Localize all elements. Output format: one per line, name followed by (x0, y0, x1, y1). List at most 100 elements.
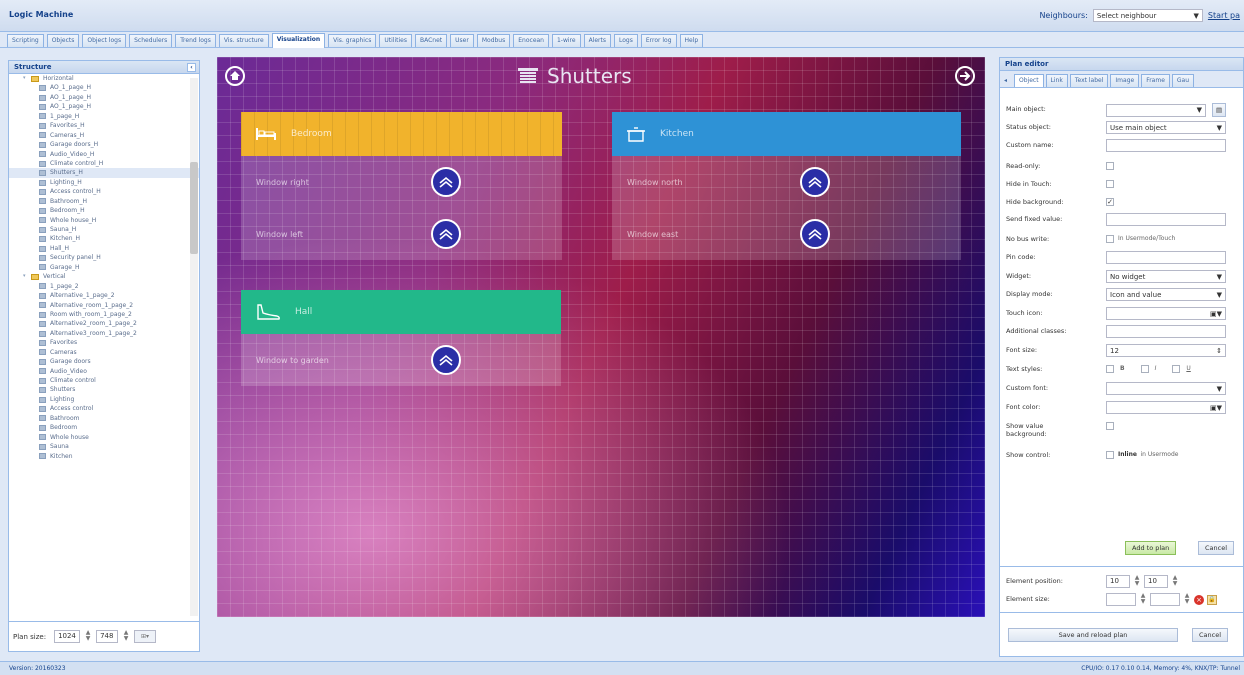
font-size-input[interactable]: 12 ⇕ (1106, 344, 1226, 357)
expand-icon[interactable]: ▾ (23, 272, 29, 281)
status-object-select[interactable]: Use main object ▼ (1106, 121, 1226, 134)
tree-item[interactable]: Audio_Video (9, 367, 199, 376)
plan-width-spinner[interactable]: ▲ ▼ (84, 630, 92, 643)
tab-trend-logs[interactable]: Trend logs (175, 34, 216, 47)
tree-item[interactable]: Alternative_1_page_2 (9, 291, 199, 300)
display-mode-select[interactable]: Icon and value ▼ (1106, 288, 1226, 301)
tree-item[interactable]: Climate control (9, 376, 199, 385)
start-page-link[interactable]: Start pa (1208, 11, 1240, 20)
plan-height-spinner[interactable]: ▲ ▼ (122, 630, 130, 643)
lock-icon[interactable]: 🔒 (1207, 594, 1217, 605)
tree-item[interactable]: Garage doors (9, 357, 199, 366)
tab-text-label[interactable]: Text label (1069, 74, 1109, 87)
widget-select[interactable]: No widget ▼ (1106, 270, 1226, 283)
shutter-up-button[interactable] (800, 219, 830, 249)
tree-item[interactable]: AO_1_page_H (9, 83, 199, 92)
next-page-icon[interactable] (955, 66, 975, 86)
save-reload-button[interactable]: Save and reload plan (1008, 628, 1178, 642)
tab-object-logs[interactable]: Object logs (82, 34, 127, 47)
tree-item[interactable]: Hall_H (9, 244, 199, 253)
size-width-spinner[interactable]: ▲ ▼ (1139, 593, 1147, 606)
additional-classes-input[interactable] (1106, 325, 1226, 338)
tree-item[interactable]: Shutters_H (9, 168, 199, 178)
tree-item[interactable]: Sauna_H (9, 225, 199, 234)
tree-item[interactable]: Favorites_H (9, 121, 199, 130)
no-bus-write-checkbox[interactable] (1106, 235, 1114, 243)
tree-item[interactable]: 1_page_H (9, 112, 199, 121)
tab-modbus[interactable]: Modbus (476, 34, 511, 47)
plan-canvas[interactable]: Shutters Bedroom Window right Window lef… (217, 57, 985, 617)
shutter-up-button[interactable] (431, 345, 461, 375)
neighbours-select[interactable]: Select neighbour ▼ (1092, 9, 1203, 22)
position-y-input[interactable]: 10 (1144, 575, 1168, 588)
tab-alerts[interactable]: Alerts (583, 34, 611, 47)
tree-item[interactable]: Lighting_H (9, 178, 199, 187)
position-y-spinner[interactable]: ▲ ▼ (1171, 575, 1179, 588)
expand-icon[interactable]: ▾ (23, 74, 29, 83)
underline-checkbox[interactable] (1172, 365, 1181, 373)
tree-item[interactable]: Sauna (9, 442, 199, 451)
tree-item[interactable]: Shutters (9, 385, 199, 394)
tree-item[interactable]: Alternative3_room_1_page_2 (9, 329, 199, 338)
tree-item[interactable]: Bathroom_H (9, 197, 199, 206)
tree-item[interactable]: Climate control_H (9, 159, 199, 168)
tab-help[interactable]: Help (679, 34, 704, 47)
show-control-checkbox[interactable] (1106, 451, 1114, 459)
tree-item[interactable]: Room with_room_1_page_2 (9, 310, 199, 319)
tree-item[interactable]: Cameras_H (9, 131, 199, 140)
tree-item[interactable]: Garage_H (9, 263, 199, 272)
tree-item[interactable]: Kitchen (9, 452, 199, 461)
tree-folder[interactable]: ▾ Vertical (9, 272, 199, 281)
size-height-input[interactable] (1150, 593, 1180, 606)
position-x-input[interactable]: 10 (1106, 575, 1130, 588)
tree-item[interactable]: Kitchen_H (9, 234, 199, 243)
main-object-select[interactable]: ▼ (1106, 103, 1206, 117)
font-color-select[interactable]: ▣▼ (1106, 401, 1226, 414)
tabs-scroll-left-icon[interactable]: ◂ (1004, 74, 1012, 87)
tree-item[interactable]: Audio_Video_H (9, 150, 199, 159)
tree-scrollbar[interactable] (190, 78, 198, 616)
tree-item[interactable]: AO_1_page_H (9, 93, 199, 102)
tree-item[interactable]: Garage doors_H (9, 140, 199, 149)
tree-folder[interactable]: ▾ Horizontal (9, 74, 199, 83)
pin-code-input[interactable] (1106, 251, 1226, 264)
tree-item[interactable]: AO_1_page_H (9, 102, 199, 111)
touch-icon-select[interactable]: ▣▼ (1106, 307, 1226, 320)
tab-schedulers[interactable]: Schedulers (129, 34, 173, 47)
shutter-up-button[interactable] (800, 167, 830, 197)
tab-visualization[interactable]: Visualization (271, 33, 326, 48)
collapse-icon[interactable]: ‹ (187, 63, 196, 72)
tab-bacnet[interactable]: BACnet (415, 34, 448, 47)
tree-item[interactable]: Lighting (9, 395, 199, 404)
tab-objects[interactable]: Objects (46, 34, 80, 47)
cancel-button[interactable]: Cancel (1198, 541, 1235, 555)
tree-item[interactable]: Alternative2_room_1_page_2 (9, 319, 199, 328)
shutter-up-button[interactable] (431, 219, 461, 249)
send-fixed-value-input[interactable] (1106, 213, 1226, 226)
tab-link[interactable]: Link (1045, 74, 1068, 87)
show-value-bg-checkbox[interactable] (1106, 422, 1114, 430)
tab-scripting[interactable]: Scripting (7, 34, 44, 47)
plan-height-input[interactable]: 748 (96, 630, 119, 643)
bold-checkbox[interactable] (1106, 365, 1114, 373)
tab-vis-graphics[interactable]: Vis. graphics (328, 34, 377, 47)
tab-object[interactable]: Object (1014, 74, 1044, 87)
tab-enocean[interactable]: Enocean (513, 34, 549, 47)
tab-frame[interactable]: Frame (1141, 74, 1170, 87)
tab-error-log[interactable]: Error log (640, 34, 677, 47)
hide-in-touch-checkbox[interactable] (1106, 180, 1114, 188)
grid-toggle-icon[interactable]: ⊞▾ (134, 630, 157, 643)
cancel-button-2[interactable]: Cancel (1192, 628, 1229, 642)
read-only-checkbox[interactable] (1106, 162, 1114, 170)
tree-item[interactable]: Access control_H (9, 187, 199, 196)
tree-item[interactable]: Whole house_H (9, 216, 199, 225)
plan-width-input[interactable]: 1024 (54, 630, 81, 643)
tree-item[interactable]: Bathroom (9, 414, 199, 423)
tree-item[interactable]: Cameras (9, 348, 199, 357)
tree-item[interactable]: Whole house (9, 433, 199, 442)
tree-item[interactable]: Favorites (9, 338, 199, 347)
custom-font-select[interactable]: ▼ (1106, 382, 1226, 395)
size-width-input[interactable] (1106, 593, 1136, 606)
italic-checkbox[interactable] (1140, 365, 1149, 373)
hide-background-checkbox[interactable]: ✓ (1106, 198, 1114, 206)
